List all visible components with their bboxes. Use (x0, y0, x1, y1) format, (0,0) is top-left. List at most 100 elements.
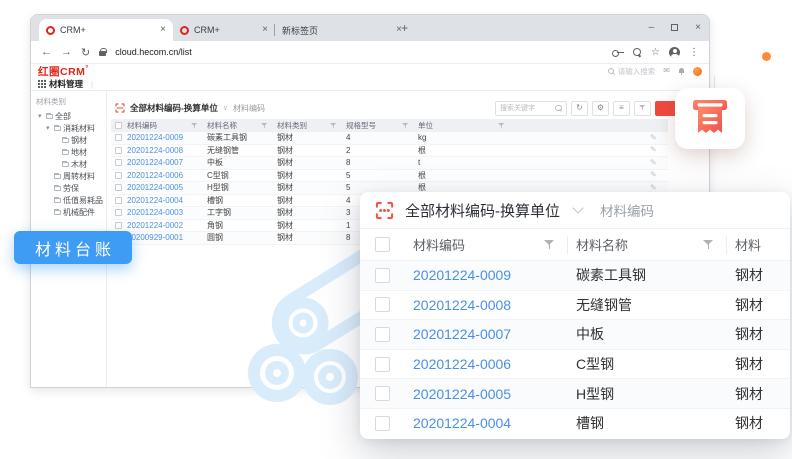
table-row[interactable]: 20201224-0009 碳素工具钢 钢材 4 kg (111, 132, 668, 145)
row-checkbox[interactable] (115, 134, 122, 141)
row-checkbox[interactable] (115, 172, 122, 179)
row-checkbox[interactable] (115, 197, 122, 204)
back-icon[interactable]: ← (41, 46, 52, 58)
tab-close-icon[interactable]: × (160, 25, 166, 35)
material-name: H型钢 (568, 384, 727, 404)
global-search[interactable]: 请输入搜索 (608, 66, 656, 77)
material-code-link[interactable]: 20201224-0006 (405, 356, 568, 372)
material-code-link[interactable]: 20201224-0009 (405, 267, 568, 283)
filter-funnel-icon[interactable] (544, 239, 555, 250)
table-row[interactable]: 20201224-0007 中板 钢材 8 t (111, 157, 668, 170)
url-text[interactable]: cloud.hecom.cn/list (115, 47, 192, 57)
crm-header: 红圈CRM° 请输入搜索 ✉ (31, 64, 709, 78)
bookmark-star-icon[interactable]: ☆ (651, 47, 660, 58)
tree-node[interactable]: ▾ 劳保 (36, 182, 106, 194)
filter-funnel-icon[interactable] (191, 123, 198, 129)
reload-icon[interactable]: ↻ (81, 46, 90, 59)
edit-icon[interactable] (650, 184, 668, 192)
zoom-table-row[interactable]: 20201224-0009 碳素工具钢 钢材 (360, 260, 790, 290)
zoom-table-row[interactable]: 20201224-0006 C型钢 钢材 (360, 349, 790, 379)
select-all-checkbox[interactable] (375, 237, 390, 252)
material-code-link[interactable]: 20201224-0005 (127, 183, 207, 192)
row-checkbox[interactable] (375, 416, 390, 431)
zoom-table-row[interactable]: 20201224-0005 H型钢 钢材 (360, 378, 790, 408)
filter-button[interactable] (634, 101, 651, 116)
tree-node[interactable]: ▾ 周转材料 (36, 170, 106, 182)
settings-button[interactable]: ⚙ (592, 101, 609, 116)
material-code-link[interactable]: 20201224-0004 (127, 196, 207, 205)
row-checkbox[interactable] (115, 147, 122, 154)
material-code-link[interactable]: 20201224-0002 (127, 221, 207, 230)
chevron-down-icon[interactable]: ∨ (223, 104, 228, 112)
table-row[interactable]: 20201224-0008 无缝钢管 钢材 2 根 (111, 145, 668, 158)
filter-funnel-icon[interactable] (703, 239, 714, 250)
row-checkbox[interactable] (115, 209, 122, 216)
filter-funnel-icon[interactable] (330, 123, 337, 129)
notification-bell-icon[interactable] (678, 68, 685, 75)
browser-tab[interactable]: CRM+ × (173, 19, 275, 41)
nav-material-management[interactable]: 材料管理 (49, 78, 83, 90)
tree-node[interactable]: ▾ 低值易耗品 (36, 194, 106, 206)
material-code-link[interactable]: 20201224-0009 (127, 133, 207, 142)
minimize-button[interactable]: – (649, 22, 655, 33)
row-checkbox[interactable] (115, 184, 122, 191)
forward-icon[interactable]: → (61, 46, 72, 58)
row-checkbox[interactable] (375, 327, 390, 342)
row-checkbox[interactable] (115, 222, 122, 229)
tab-close-icon[interactable]: × (262, 25, 268, 35)
tree-node[interactable]: ▾ 全部 (36, 110, 106, 122)
close-button[interactable]: × (695, 22, 701, 33)
material-code-link[interactable]: 20201224-0003 (127, 208, 207, 217)
column-config-button[interactable]: ≡ (613, 101, 630, 116)
filter-funnel-icon[interactable] (402, 123, 409, 129)
edit-icon[interactable] (650, 159, 668, 167)
browser-profile-avatar[interactable] (669, 47, 680, 58)
browser-tab[interactable]: 新标签页 × (275, 19, 409, 41)
zoom-table-row[interactable]: 20201224-0004 槽钢 钢材 (360, 408, 790, 438)
new-tab-button[interactable]: + (395, 17, 415, 39)
zoom-table-row[interactable]: 20201224-0007 中板 钢材 (360, 319, 790, 349)
edit-icon[interactable] (650, 146, 668, 154)
material-code-link[interactable]: 20201224-0008 (405, 297, 568, 313)
select-all-checkbox[interactable] (115, 122, 122, 129)
filter-funnel-icon[interactable] (261, 123, 268, 129)
material-code-link[interactable]: 20200929-0001 (127, 233, 207, 242)
material-code-link[interactable]: 20201224-0007 (127, 158, 207, 167)
table-row[interactable]: 20201224-0006 C型钢 钢材 5 根 (111, 170, 668, 183)
caret-down-icon[interactable]: ▾ (46, 125, 52, 132)
zoom-table-row[interactable]: 20201224-0008 无缝钢管 钢材 (360, 290, 790, 320)
edit-icon[interactable] (650, 171, 668, 179)
row-checkbox[interactable] (115, 159, 122, 166)
browser-tab[interactable]: CRM+ × (39, 19, 173, 41)
material-code-link[interactable]: 20201224-0005 (405, 386, 568, 402)
tree-node[interactable]: ▾ 消耗材料 (36, 122, 106, 134)
edit-icon[interactable] (650, 134, 668, 142)
material-code-link[interactable]: 20201224-0007 (405, 326, 568, 342)
col-unit: 单位 (418, 120, 433, 131)
tree-node[interactable]: ▾ 地材 (36, 146, 106, 158)
refresh-button[interactable]: ↻ (571, 101, 588, 116)
tree-node[interactable]: ▾ 钢材 (36, 134, 106, 146)
zoom-search-icon[interactable] (633, 48, 642, 57)
row-checkbox[interactable] (375, 297, 390, 312)
password-key-icon[interactable] (612, 50, 624, 55)
row-checkbox[interactable] (375, 386, 390, 401)
app-grid-icon[interactable] (38, 83, 40, 85)
view-title[interactable]: 全部材料编码-换算单位 (130, 102, 218, 114)
message-icon[interactable]: ✉ (663, 67, 670, 75)
user-avatar[interactable] (693, 67, 702, 76)
filter-funnel-icon[interactable] (498, 123, 505, 129)
material-code-link[interactable]: 20201224-0006 (127, 171, 207, 180)
row-checkbox[interactable] (375, 357, 390, 372)
zoom-view-title[interactable]: 全部材料编码-换算单位 (405, 200, 560, 221)
chevron-down-icon[interactable] (572, 202, 583, 213)
material-code-link[interactable]: 20201224-0004 (405, 415, 568, 431)
list-search-input[interactable]: 搜索关键字 (495, 101, 567, 116)
maximize-button[interactable] (671, 24, 678, 31)
tree-node[interactable]: ▾ 机械配件 (36, 206, 106, 218)
row-checkbox[interactable] (375, 268, 390, 283)
caret-down-icon[interactable]: ▾ (38, 113, 44, 120)
tree-node[interactable]: ▾ 木材 (36, 158, 106, 170)
material-code-link[interactable]: 20201224-0008 (127, 146, 207, 155)
browser-menu-icon[interactable]: ⋮ (689, 47, 699, 58)
